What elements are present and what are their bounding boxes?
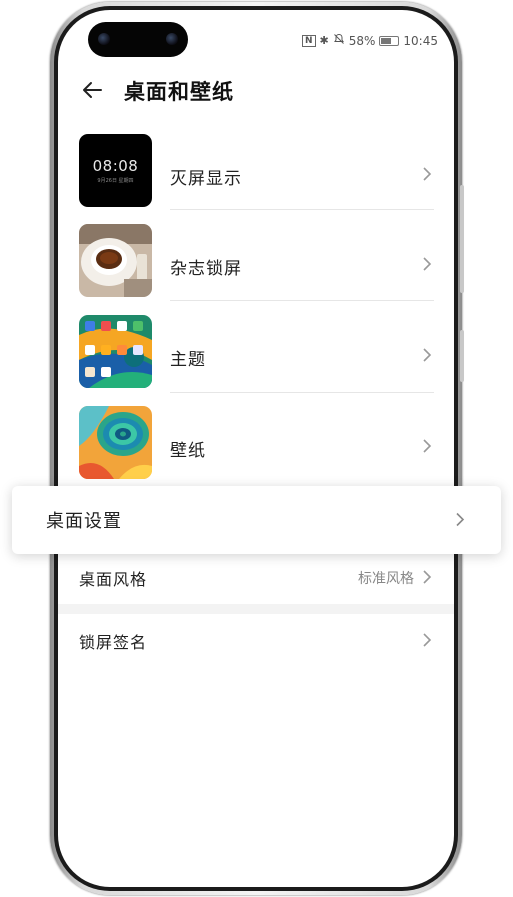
section-divider	[58, 604, 454, 614]
list-item-desktop-style[interactable]: 桌面风格 标准风格	[58, 552, 454, 602]
front-camera-icon	[98, 33, 110, 45]
battery-icon	[379, 35, 400, 46]
wallpaper-preview-icon	[79, 406, 152, 479]
mute-icon	[333, 33, 345, 48]
list-item-label: 壁纸	[170, 441, 206, 461]
chevron-right-icon	[423, 257, 432, 271]
page-title: 桌面和壁纸	[124, 80, 234, 104]
list-item-label: 锁屏签名	[79, 633, 148, 652]
screen: N ✱ 58% 10:45 桌面和壁纸 08:08 9月26日 星期四 灭屏显示	[58, 10, 454, 887]
chevron-right-icon	[423, 439, 432, 453]
coffee-photo-icon	[79, 224, 152, 297]
front-camera-icon	[166, 33, 178, 45]
chevron-right-icon	[423, 167, 432, 181]
list-item-wallpaper[interactable]: 壁纸	[58, 392, 454, 482]
list-item-magazine-lock[interactable]: 杂志锁屏	[58, 210, 454, 301]
clock: 10:45	[403, 33, 438, 48]
camera-cutout	[88, 22, 188, 57]
volume-button	[460, 185, 464, 293]
list-item-label: 灭屏显示	[170, 169, 242, 189]
theme-preview-icon	[79, 315, 152, 388]
power-button	[460, 330, 464, 382]
list-item-label: 主题	[170, 350, 206, 370]
chevron-right-icon	[423, 570, 432, 584]
aod-preview-time: 08:08	[92, 157, 139, 175]
list-item-lock-signature[interactable]: 锁屏签名	[58, 615, 454, 665]
list-item-label: 杂志锁屏	[170, 259, 242, 279]
aod-preview-icon: 08:08 9月26日 星期四	[79, 134, 152, 207]
chevron-right-icon	[456, 512, 465, 527]
chevron-right-icon	[423, 633, 432, 647]
list-item-value: 标准风格	[358, 571, 414, 587]
bluetooth-icon: ✱	[319, 34, 329, 47]
list-item-themes[interactable]: 主题	[58, 301, 454, 393]
desktop-settings-label: 桌面设置	[46, 511, 122, 532]
desktop-settings-card[interactable]: 桌面设置	[12, 486, 501, 554]
list-item-label: 桌面风格	[79, 570, 148, 589]
battery-percent: 58%	[348, 33, 376, 48]
status-bar: N ✱ 58% 10:45	[301, 33, 438, 48]
chevron-right-icon	[423, 348, 432, 362]
page-header: 桌面和壁纸	[58, 72, 454, 112]
back-arrow-icon[interactable]	[80, 78, 104, 102]
list-item-aod[interactable]: 08:08 9月26日 星期四 灭屏显示	[58, 120, 454, 210]
nfc-icon: N	[301, 34, 316, 47]
aod-preview-date: 9月26日 星期四	[97, 178, 134, 184]
